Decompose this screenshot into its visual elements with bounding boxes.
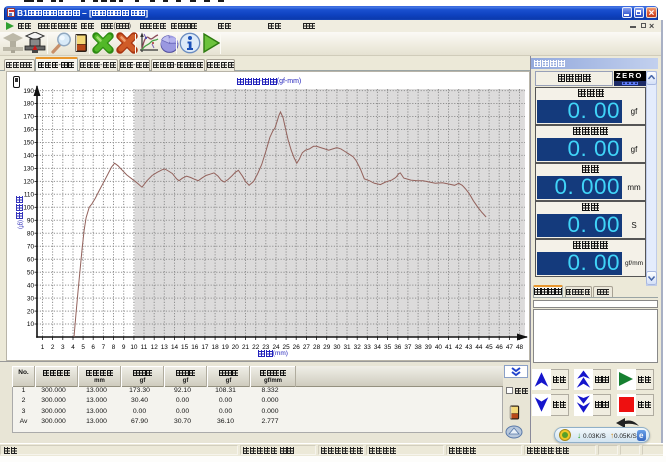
svg-text:20: 20	[232, 344, 240, 351]
svg-text:10: 10	[27, 321, 35, 328]
svg-text:3: 3	[61, 344, 65, 351]
svg-text:36: 36	[394, 344, 402, 351]
svg-text:11: 11	[141, 344, 148, 351]
svg-text:24: 24	[272, 344, 280, 351]
svg-text:190: 190	[23, 88, 34, 95]
svg-text:18: 18	[212, 344, 220, 351]
svg-text:45: 45	[486, 344, 494, 351]
svg-text:26: 26	[293, 344, 301, 351]
svg-text:43: 43	[465, 344, 473, 351]
svg-text:21: 21	[242, 344, 250, 351]
svg-text:23: 23	[262, 344, 270, 351]
svg-text:7: 7	[102, 344, 106, 351]
svg-text:9: 9	[122, 344, 126, 351]
svg-text:80: 80	[27, 230, 35, 237]
svg-text:13: 13	[161, 344, 169, 351]
svg-text:19: 19	[222, 344, 230, 351]
svg-text:30: 30	[333, 344, 341, 351]
svg-text:150: 150	[23, 140, 34, 147]
svg-text:90: 90	[27, 218, 35, 225]
svg-text:47: 47	[506, 344, 514, 351]
svg-text:180: 180	[23, 101, 34, 108]
svg-text:160: 160	[23, 127, 34, 134]
svg-text:40: 40	[27, 282, 35, 289]
svg-text:14: 14	[171, 344, 179, 351]
svg-text:140: 140	[23, 153, 34, 160]
svg-text:20: 20	[27, 308, 35, 315]
svg-text:28: 28	[313, 344, 321, 351]
svg-text:22: 22	[252, 344, 260, 351]
svg-text:48: 48	[516, 344, 524, 351]
svg-text:16: 16	[191, 344, 199, 351]
svg-text:41: 41	[445, 344, 453, 351]
svg-text:170: 170	[23, 114, 34, 121]
svg-text:29: 29	[323, 344, 331, 351]
svg-text:10: 10	[130, 344, 138, 351]
svg-text:27: 27	[303, 344, 311, 351]
svg-text:8: 8	[112, 344, 116, 351]
svg-text:100: 100	[23, 205, 34, 212]
svg-text:40: 40	[435, 344, 443, 351]
svg-text:44: 44	[475, 344, 483, 351]
svg-text:25: 25	[283, 344, 291, 351]
svg-text:60: 60	[27, 256, 35, 263]
svg-text:1: 1	[41, 344, 45, 351]
svg-text:50: 50	[27, 269, 35, 276]
svg-text:30: 30	[27, 295, 35, 302]
svg-text:15: 15	[181, 344, 189, 351]
svg-text:42: 42	[455, 344, 463, 351]
svg-text:32: 32	[354, 344, 362, 351]
svg-text:35: 35	[384, 344, 392, 351]
svg-text:38: 38	[415, 344, 423, 351]
svg-text:70: 70	[27, 243, 35, 250]
svg-text:5: 5	[81, 344, 85, 351]
svg-text:31: 31	[343, 344, 351, 351]
svg-text:2: 2	[51, 344, 55, 351]
svg-text:37: 37	[404, 344, 412, 351]
svg-text:110: 110	[24, 192, 35, 199]
svg-text:130: 130	[23, 166, 34, 173]
svg-text:6: 6	[91, 344, 95, 351]
svg-text:12: 12	[151, 344, 159, 351]
svg-text:46: 46	[496, 344, 504, 351]
svg-text:4: 4	[71, 344, 75, 351]
svg-text:39: 39	[425, 344, 433, 351]
svg-text:17: 17	[201, 344, 209, 351]
svg-text:34: 34	[374, 344, 382, 351]
svg-text:33: 33	[364, 344, 372, 351]
svg-text:120: 120	[23, 179, 34, 186]
